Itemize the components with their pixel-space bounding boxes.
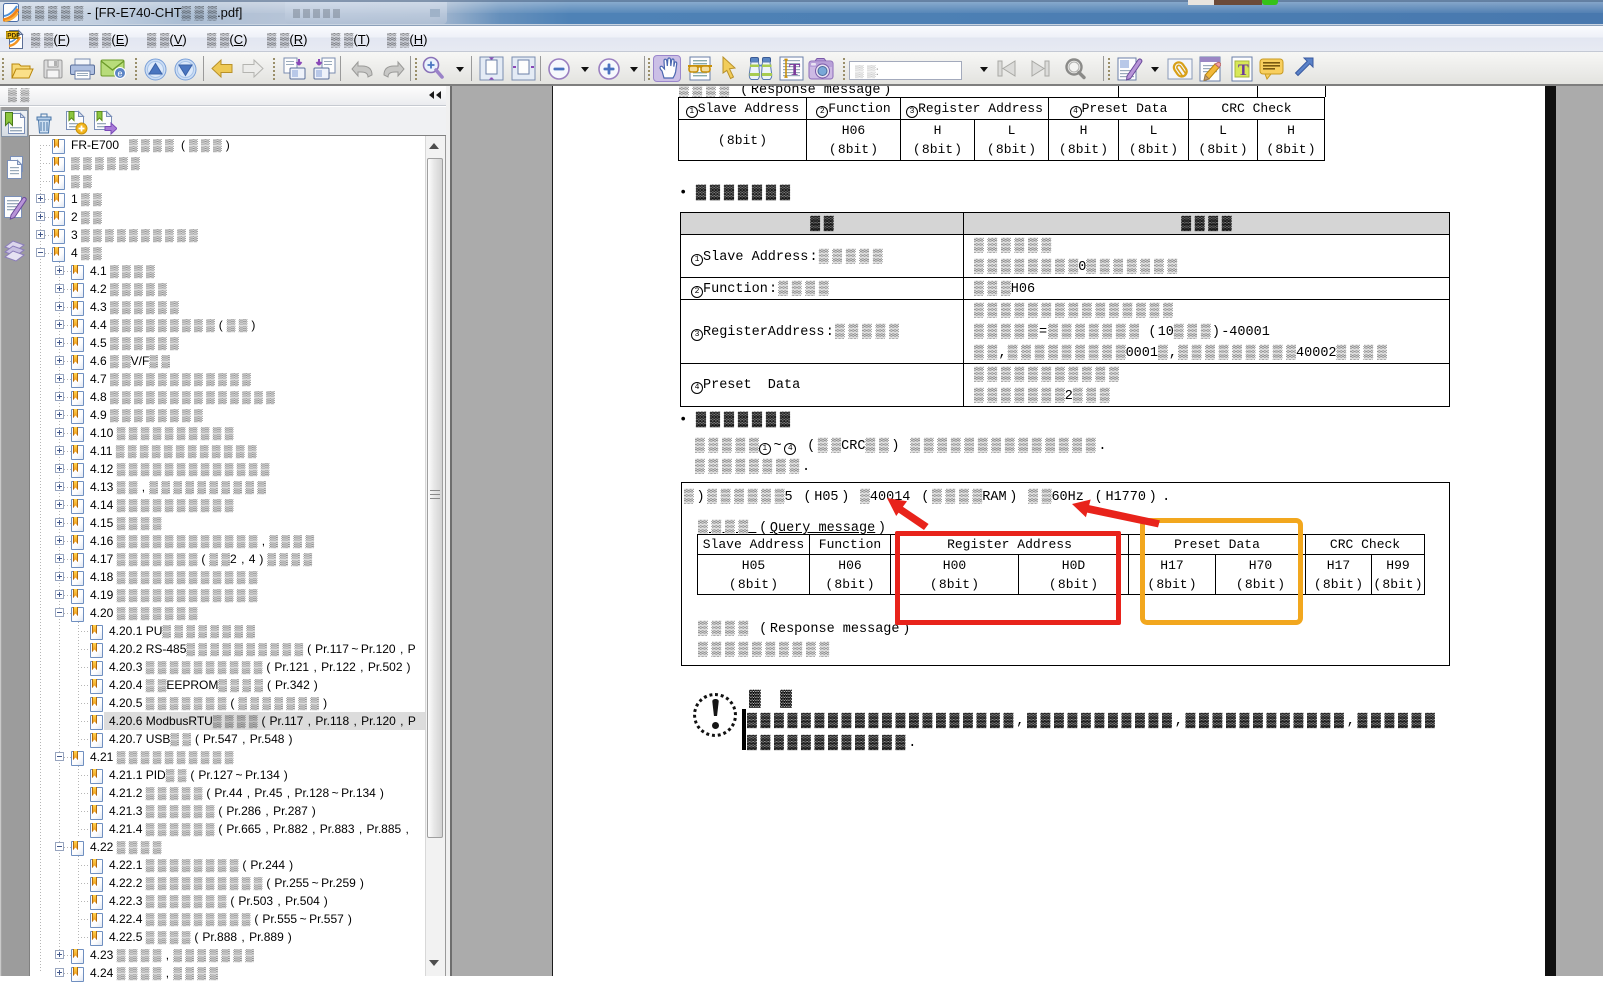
svg-text:T: T — [789, 60, 801, 79]
svg-text:T: T — [1238, 62, 1249, 79]
svg-text:PDF: PDF — [7, 33, 20, 40]
svg-text:e: e — [118, 69, 123, 79]
